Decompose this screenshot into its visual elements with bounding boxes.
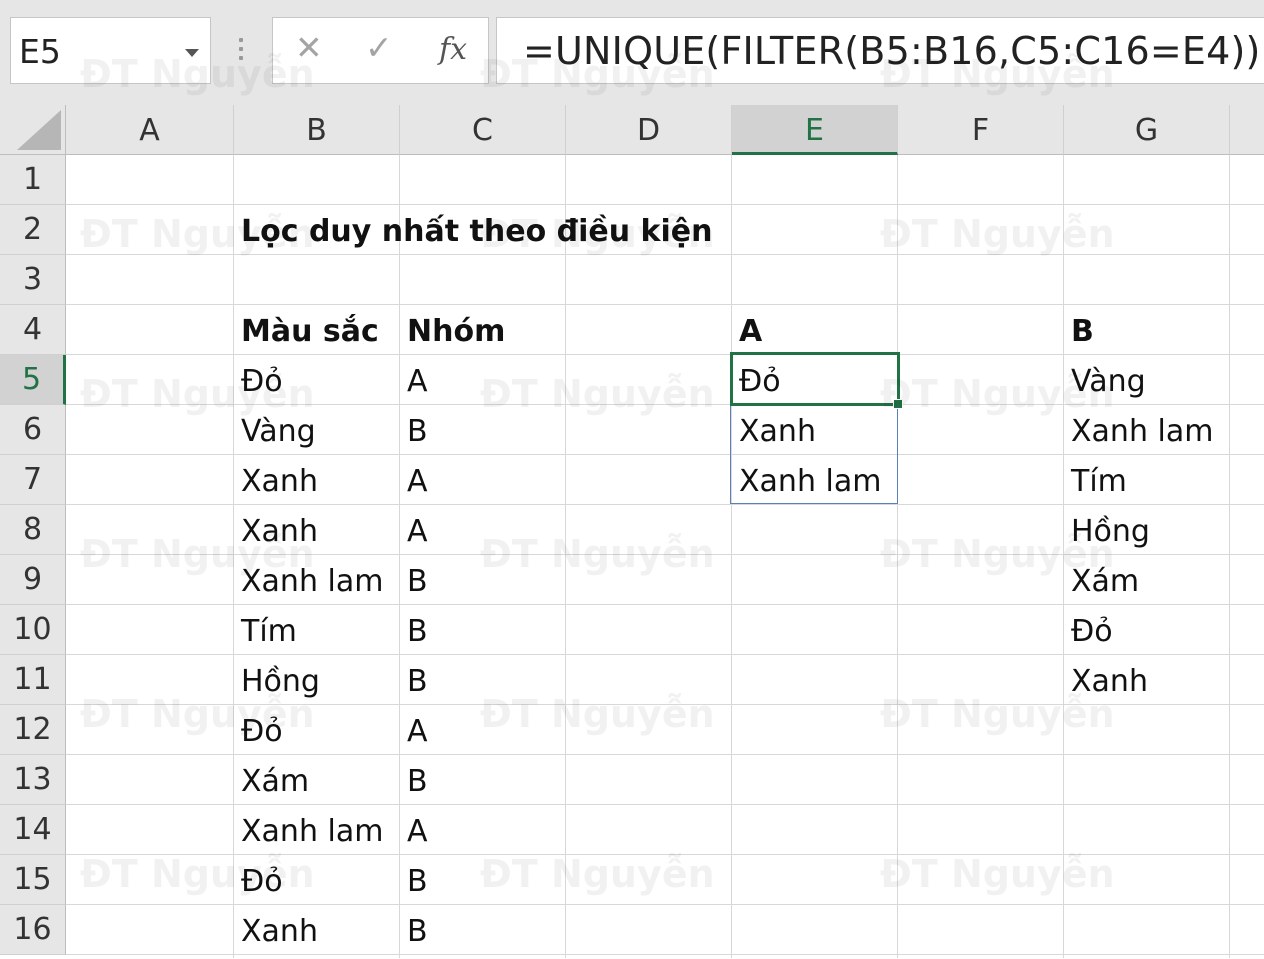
- formula-input[interactable]: =UNIQUE(FILTER(B5:B16,C5:C16=E4)): [496, 17, 1264, 84]
- column-header-b[interactable]: B: [234, 105, 400, 155]
- active-cell-border: [730, 352, 900, 406]
- table-cell-color[interactable]: Đỏ: [234, 705, 400, 755]
- header-color[interactable]: Màu sắc: [234, 305, 400, 355]
- row-header-16[interactable]: 16: [0, 905, 66, 955]
- table-cell-color[interactable]: Hồng: [234, 655, 400, 705]
- table-cell-color[interactable]: Vàng: [234, 405, 400, 455]
- column-header-f[interactable]: F: [898, 105, 1064, 155]
- table-cell-group[interactable]: A: [400, 505, 566, 555]
- criteria-b-result[interactable]: Hồng: [1064, 505, 1230, 555]
- row-header-15[interactable]: 15: [0, 855, 66, 905]
- criteria-b-result[interactable]: Xanh: [1064, 655, 1230, 705]
- table-cell-color[interactable]: Đỏ: [234, 855, 400, 905]
- row-header-11[interactable]: 11: [0, 655, 66, 705]
- row-header-13[interactable]: 13: [0, 755, 66, 805]
- row-header-3[interactable]: 3: [0, 255, 66, 305]
- row-header-7[interactable]: 7: [0, 455, 66, 505]
- criteria-b-result[interactable]: Xanh lam: [1064, 405, 1230, 455]
- sheet-title[interactable]: Lọc duy nhất theo điều kiện: [234, 205, 712, 255]
- criteria-b-result[interactable]: Xám: [1064, 555, 1230, 605]
- table-cell-color[interactable]: Xanh: [234, 505, 400, 555]
- formula-text: =UNIQUE(FILTER(B5:B16,C5:C16=E4)): [523, 29, 1261, 73]
- table-cell-group[interactable]: B: [400, 555, 566, 605]
- row-header-5[interactable]: 5: [0, 355, 66, 405]
- table-cell-group[interactable]: A: [400, 455, 566, 505]
- chevron-down-icon[interactable]: [185, 49, 199, 57]
- cell-grid[interactable]: Lọc duy nhất theo điều kiện Màu sắc Nhóm Đỏ…: [66, 155, 1264, 958]
- fill-handle[interactable]: [893, 399, 903, 409]
- cancel-icon[interactable]: ✕: [295, 28, 323, 67]
- column-header-a[interactable]: A: [66, 105, 234, 155]
- table-cell-group[interactable]: B: [400, 655, 566, 705]
- row-header-8[interactable]: 8: [0, 505, 66, 555]
- table-cell-color[interactable]: Xanh: [234, 905, 400, 955]
- table-cell-color[interactable]: Tím: [234, 605, 400, 655]
- criteria-a-header[interactable]: A: [732, 305, 898, 355]
- table-cell-color[interactable]: Xanh lam: [234, 555, 400, 605]
- gridline-vertical: [731, 155, 732, 958]
- name-box[interactable]: E5: [10, 17, 211, 84]
- criteria-b-header[interactable]: B: [1064, 305, 1230, 355]
- table-cell-group[interactable]: B: [400, 405, 566, 455]
- gridline-vertical: [897, 155, 898, 958]
- table-cell-group[interactable]: A: [400, 355, 566, 405]
- table-cell-color[interactable]: Xanh: [234, 455, 400, 505]
- name-box-value: E5: [19, 32, 61, 71]
- check-icon[interactable]: ✓: [365, 28, 393, 67]
- column-header-d[interactable]: D: [566, 105, 732, 155]
- column-header-partial[interactable]: [1230, 105, 1264, 155]
- row-header-12[interactable]: 12: [0, 705, 66, 755]
- row-header-9[interactable]: 9: [0, 555, 66, 605]
- formula-bar-area: E5 ✕ ✓ fx =UNIQUE(FILTER(B5:B16,C5:C16=E…: [0, 0, 1264, 105]
- table-cell-group[interactable]: A: [400, 705, 566, 755]
- select-all-button[interactable]: [0, 105, 66, 155]
- table-cell-group[interactable]: A: [400, 805, 566, 855]
- row-header-1[interactable]: 1: [0, 155, 66, 205]
- row-header-10[interactable]: 10: [0, 605, 66, 655]
- table-cell-color[interactable]: Xám: [234, 755, 400, 805]
- column-header-c[interactable]: C: [400, 105, 566, 155]
- table-cell-group[interactable]: B: [400, 755, 566, 805]
- table-cell-color[interactable]: Xanh lam: [234, 805, 400, 855]
- insert-function-button[interactable]: fx: [439, 32, 467, 67]
- criteria-b-result[interactable]: Tím: [1064, 455, 1230, 505]
- column-header-e[interactable]: E: [732, 105, 898, 155]
- row-header-2[interactable]: 2: [0, 205, 66, 255]
- criteria-b-result[interactable]: Vàng: [1064, 355, 1230, 405]
- row-header-6[interactable]: 6: [0, 405, 66, 455]
- grip-icon[interactable]: [238, 38, 244, 66]
- select-all-icon: [17, 110, 61, 150]
- row-header-14[interactable]: 14: [0, 805, 66, 855]
- column-header-g[interactable]: G: [1064, 105, 1230, 155]
- formula-buttons: ✕ ✓ fx: [272, 17, 489, 84]
- row-header-4[interactable]: 4: [0, 305, 66, 355]
- table-cell-group[interactable]: B: [400, 855, 566, 905]
- table-cell-group[interactable]: B: [400, 605, 566, 655]
- header-group[interactable]: Nhóm: [400, 305, 566, 355]
- criteria-b-result[interactable]: Đỏ: [1064, 605, 1230, 655]
- table-cell-color[interactable]: Đỏ: [234, 355, 400, 405]
- table-cell-group[interactable]: B: [400, 905, 566, 955]
